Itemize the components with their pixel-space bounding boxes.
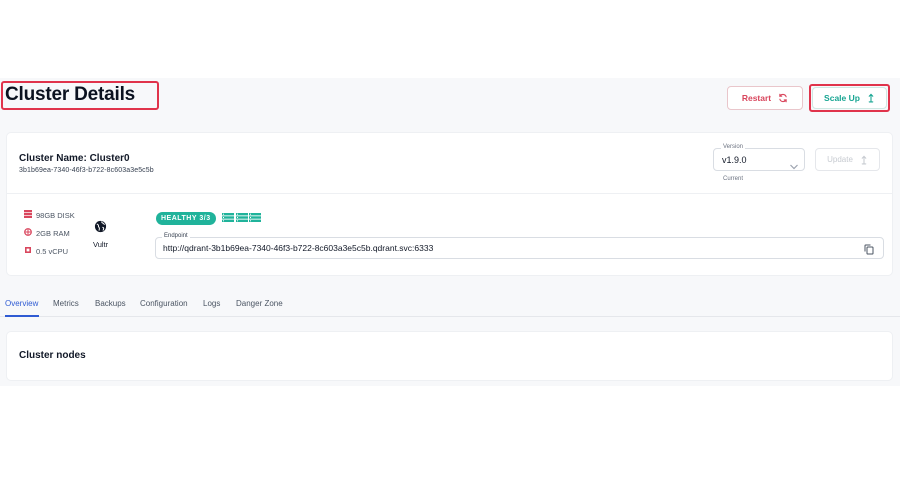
server-stack-icon — [222, 213, 261, 222]
scale-up-highlight-box — [809, 84, 890, 112]
tab-metrics[interactable]: Metrics — [53, 299, 79, 308]
health-status-badge: HEALTHY 3/3 — [156, 212, 216, 225]
tab-danger-zone[interactable]: Danger Zone — [236, 299, 283, 308]
spec-disk: 98GB DISK — [24, 210, 75, 220]
restart-button-label: Restart — [741, 93, 772, 103]
spec-ram: 2GB RAM — [24, 228, 70, 238]
version-value: v1.9.0 — [722, 155, 747, 165]
cluster-nodes-title: Cluster nodes — [19, 350, 86, 361]
version-helper-text: Current — [723, 176, 744, 182]
restart-button[interactable]: Restart — [727, 86, 803, 110]
provider-name: Vultr — [93, 240, 109, 249]
chevron-down-icon — [790, 157, 798, 175]
cluster-nodes-card — [6, 331, 893, 381]
copy-icon[interactable] — [864, 242, 874, 260]
tab-logs[interactable]: Logs — [203, 299, 220, 308]
title-highlight-box — [1, 81, 159, 110]
spec-ram-label: 2GB RAM — [36, 228, 70, 238]
arrow-up-icon — [860, 155, 868, 165]
cpu-icon — [24, 246, 32, 256]
endpoint-value: http://qdrant-3b1b69ea-7340-46f3-b722-8c… — [163, 243, 434, 253]
cluster-id: 3b1b69ea-7340-46f3-b722-8c603a3e5c5b — [19, 167, 154, 174]
active-tab-indicator — [5, 315, 39, 317]
database-icon — [24, 210, 32, 220]
update-button[interactable]: Update — [815, 148, 880, 171]
memory-icon — [24, 228, 32, 238]
tab-backups[interactable]: Backups — [95, 299, 126, 308]
tab-bar: Overview Metrics Backups Configuration L… — [0, 295, 900, 317]
refresh-icon — [778, 93, 788, 103]
tab-overview[interactable]: Overview — [5, 299, 38, 308]
spec-disk-label: 98GB DISK — [36, 210, 75, 220]
card-divider — [6, 193, 893, 194]
cluster-name: Cluster Name: Cluster0 — [19, 153, 130, 164]
globe-icon — [94, 220, 107, 238]
update-button-label: Update — [827, 155, 853, 164]
tab-configuration[interactable]: Configuration — [140, 299, 188, 308]
spec-cpu-label: 0.5 vCPU — [36, 246, 69, 256]
spec-cpu: 0.5 vCPU — [24, 246, 68, 256]
version-label: Version — [721, 144, 746, 150]
endpoint-label: Endpoint — [162, 233, 190, 239]
